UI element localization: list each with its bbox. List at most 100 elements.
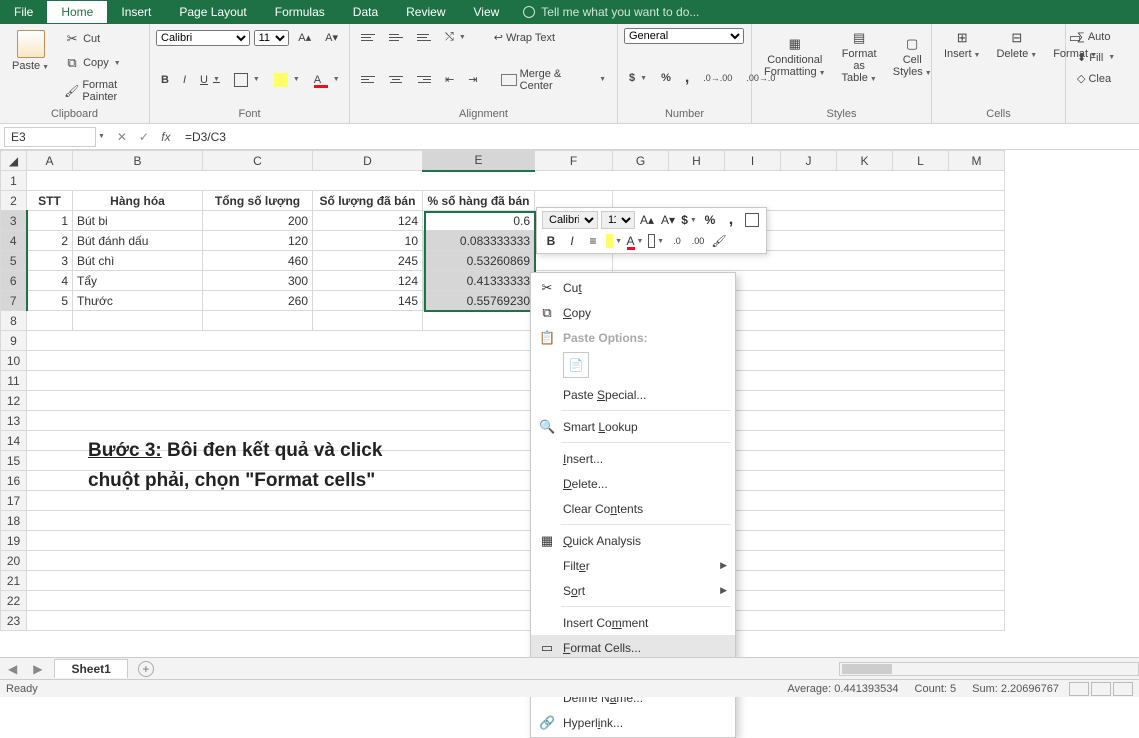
align-right-button[interactable] bbox=[412, 73, 436, 86]
accounting-format-button[interactable]: ▼ bbox=[624, 69, 652, 87]
ctx-cut[interactable]: Cut bbox=[531, 275, 735, 300]
mini-inc-dec[interactable]: .0 bbox=[668, 232, 686, 250]
view-break-button[interactable] bbox=[1113, 682, 1133, 696]
mini-fill-color[interactable]: ▼ bbox=[605, 232, 623, 250]
decrease-font-button[interactable]: A▾ bbox=[320, 28, 343, 47]
fx-button[interactable]: fx bbox=[155, 130, 177, 144]
row-header[interactable]: 6 bbox=[1, 271, 27, 291]
row-header[interactable]: 18 bbox=[1, 511, 27, 531]
cell[interactable]: 124 bbox=[313, 271, 423, 291]
font-color-button[interactable]: A▼ bbox=[309, 71, 345, 89]
cell[interactable]: 4 bbox=[27, 271, 73, 291]
row-header[interactable]: 12 bbox=[1, 391, 27, 411]
ctx-filter[interactable]: Filter▶ bbox=[531, 553, 735, 578]
row-header[interactable]: 10 bbox=[1, 351, 27, 371]
ctx-paste-special[interactable]: Paste Special... bbox=[531, 382, 735, 407]
mini-italic[interactable]: I bbox=[563, 232, 581, 250]
col-header-f[interactable]: F bbox=[535, 151, 613, 171]
mini-borders[interactable] bbox=[743, 211, 761, 229]
autosum-button[interactable]: ∑ Auto bbox=[1072, 28, 1130, 46]
name-box[interactable]: E3 bbox=[4, 127, 96, 147]
decrease-indent-button[interactable]: ⇤ bbox=[440, 70, 459, 89]
col-header-b[interactable]: B bbox=[73, 151, 203, 171]
cell-selected[interactable]: 0.41333333 bbox=[423, 271, 535, 291]
cell[interactable]: 5 bbox=[27, 291, 73, 311]
format-as-table-button[interactable]: ▤Format as Table▼ bbox=[836, 28, 883, 86]
row-header[interactable]: 17 bbox=[1, 491, 27, 511]
cancel-formula-button[interactable]: ✕ bbox=[111, 130, 133, 144]
ctx-smart-lookup[interactable]: 🔍Smart Lookup bbox=[531, 414, 735, 439]
mini-percent[interactable] bbox=[701, 211, 719, 229]
merge-center-button[interactable]: Merge & Center▼ bbox=[496, 65, 611, 95]
delete-cells-button[interactable]: ⊟Delete▼ bbox=[990, 28, 1043, 62]
col-header-a[interactable]: A bbox=[27, 151, 73, 171]
sheet-tab-active[interactable]: Sheet1 bbox=[54, 659, 127, 678]
italic-button[interactable]: I bbox=[178, 71, 191, 89]
fill-button[interactable]: ⬇ Fill▼ bbox=[1072, 48, 1130, 67]
sheet-nav-next[interactable]: ▶ bbox=[25, 662, 50, 676]
mini-border-dd[interactable]: ▼ bbox=[647, 232, 665, 250]
row-header[interactable]: 21 bbox=[1, 571, 27, 591]
row-header[interactable]: 16 bbox=[1, 471, 27, 491]
tab-home[interactable]: Home bbox=[47, 1, 107, 23]
col-header-j[interactable]: J bbox=[781, 151, 837, 171]
col-header-i[interactable]: I bbox=[725, 151, 781, 171]
cell[interactable]: 200 bbox=[203, 211, 313, 231]
mini-align[interactable]: ≡ bbox=[584, 232, 602, 250]
col-header-c[interactable]: C bbox=[203, 151, 313, 171]
col-header-h[interactable]: H bbox=[669, 151, 725, 171]
cell[interactable]: Hàng hóa bbox=[73, 191, 203, 211]
cell-styles-button[interactable]: ▢Cell Styles▼ bbox=[887, 34, 938, 80]
row-header[interactable]: 1 bbox=[1, 171, 27, 191]
align-middle-button[interactable] bbox=[384, 31, 408, 44]
cell-selected[interactable]: 0.083333333 bbox=[423, 231, 535, 251]
tab-view[interactable]: View bbox=[460, 1, 514, 23]
cell[interactable]: 245 bbox=[313, 251, 423, 271]
cell[interactable]: Bút chì bbox=[73, 251, 203, 271]
align-top-button[interactable] bbox=[356, 31, 380, 44]
tell-me[interactable]: Tell me what you want to do... bbox=[523, 5, 699, 19]
cell[interactable]: 260 bbox=[203, 291, 313, 311]
cell-selected[interactable]: 0.55769230 bbox=[423, 291, 535, 311]
cell[interactable]: % số hàng đã bán bbox=[423, 191, 535, 211]
cell[interactable]: 124 bbox=[313, 211, 423, 231]
sheet-nav-prev[interactable]: ◀ bbox=[0, 662, 25, 676]
cell[interactable]: 3 bbox=[27, 251, 73, 271]
mini-painter[interactable] bbox=[710, 232, 728, 250]
col-header-e[interactable]: E bbox=[423, 151, 535, 171]
tab-review[interactable]: Review bbox=[392, 1, 459, 23]
tab-formulas[interactable]: Formulas bbox=[261, 1, 339, 23]
ctx-delete[interactable]: Delete... bbox=[531, 471, 735, 496]
mini-decrease-font[interactable]: A▾ bbox=[659, 211, 677, 229]
cell[interactable]: 10 bbox=[313, 231, 423, 251]
percent-format-button[interactable] bbox=[656, 69, 676, 87]
tab-insert[interactable]: Insert bbox=[107, 1, 165, 23]
view-normal-button[interactable] bbox=[1069, 682, 1089, 696]
cell-selected[interactable]: 0.53260869 bbox=[423, 251, 535, 271]
cell[interactable]: Thước bbox=[73, 291, 203, 311]
cut-button[interactable]: Cut bbox=[59, 28, 143, 50]
mini-dec-dec[interactable]: .00 bbox=[689, 232, 707, 250]
select-all-corner[interactable]: ◢ bbox=[1, 151, 27, 171]
tab-data[interactable]: Data bbox=[339, 1, 392, 23]
cell[interactable]: Bút đánh dấu bbox=[73, 231, 203, 251]
orientation-button[interactable]: ⤭▼ bbox=[440, 28, 471, 47]
row-header[interactable]: 20 bbox=[1, 551, 27, 571]
ctx-clear-contents[interactable]: Clear Contents bbox=[531, 496, 735, 521]
row-header[interactable]: 19 bbox=[1, 531, 27, 551]
row-header[interactable]: 23 bbox=[1, 611, 27, 631]
mini-font-color[interactable]: A▼ bbox=[626, 232, 644, 250]
font-size-select[interactable]: 11 bbox=[254, 30, 290, 46]
bold-button[interactable]: B bbox=[156, 71, 174, 89]
cell[interactable]: STT bbox=[27, 191, 73, 211]
increase-indent-button[interactable]: ⇥ bbox=[463, 70, 482, 89]
conditional-formatting-button[interactable]: ▦Conditional Formatting▼ bbox=[758, 34, 832, 80]
cell[interactable]: 460 bbox=[203, 251, 313, 271]
cell[interactable]: 300 bbox=[203, 271, 313, 291]
col-header-l[interactable]: L bbox=[893, 151, 949, 171]
add-sheet-button[interactable]: + bbox=[138, 661, 154, 677]
cell-selected[interactable]: 0.6 bbox=[423, 211, 535, 231]
fill-color-button[interactable]: ▼ bbox=[269, 70, 305, 90]
mini-comma[interactable] bbox=[722, 211, 740, 229]
view-layout-button[interactable] bbox=[1091, 682, 1111, 696]
